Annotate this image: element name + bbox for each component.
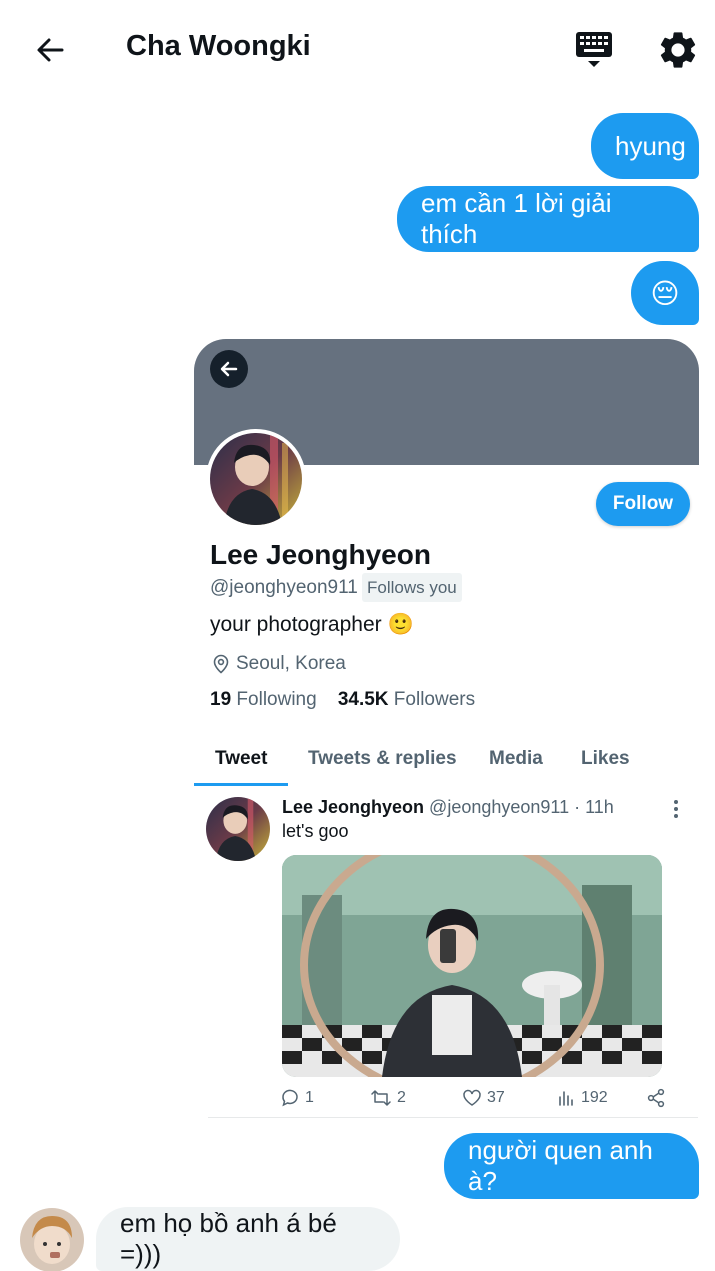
profile-location: Seoul, Korea	[212, 653, 346, 675]
gear-icon	[660, 32, 696, 68]
shared-profile-card[interactable]: Follow Lee Jeonghyeon @jeonghyeon911 Fol…	[194, 339, 699, 1121]
sent-message[interactable]: em cần 1 lời giải thích	[397, 186, 699, 252]
following-link[interactable]: 19 Following	[210, 689, 317, 710]
tweet-author: Lee Jeonghyeon @jeonghyeon911 · 11h	[282, 797, 614, 818]
more-dot	[674, 807, 678, 811]
message-text: em cần 1 lời giải thích	[421, 188, 612, 249]
follows-you-badge: Follows you	[362, 573, 462, 602]
tweet[interactable]: Lee Jeonghyeon @jeonghyeon911 · 11h let'…	[194, 791, 699, 1121]
message-text: hyung	[615, 130, 686, 161]
avatar-photo	[20, 1208, 84, 1271]
profile-name: Lee Jeonghyeon	[210, 539, 431, 570]
tweet-more-button[interactable]	[668, 797, 684, 821]
views-button[interactable]: 192	[556, 1085, 608, 1111]
followers-count: 34.5K	[337, 689, 389, 710]
heart-icon	[463, 1089, 481, 1106]
retweet-count: 2	[397, 1089, 406, 1106]
mirror-selfie-image	[282, 855, 662, 1077]
tweet-handle-time: @jeonghyeon911 · 11h	[429, 797, 614, 817]
sent-message[interactable]: 😔	[631, 261, 699, 325]
profile-avatar[interactable]	[206, 429, 306, 529]
bio-emoji: 🙂	[387, 613, 414, 636]
tweet-photo[interactable]	[282, 855, 662, 1077]
more-dot	[674, 814, 678, 818]
view-count: 192	[581, 1089, 608, 1106]
location-pin-icon	[213, 654, 229, 674]
follow-button[interactable]: Follow	[596, 482, 690, 526]
tweet-avatar[interactable]	[206, 797, 270, 861]
back-button[interactable]	[30, 28, 70, 72]
reply-button[interactable]: 1	[280, 1085, 314, 1111]
avatar-photo	[206, 797, 270, 861]
chat-header: Cha Woongki	[0, 0, 715, 100]
retweet-button[interactable]: 2	[370, 1085, 406, 1111]
analytics-icon	[559, 1091, 573, 1106]
avatar-photo	[210, 433, 302, 525]
followers-link[interactable]: 34.5K Followers	[338, 689, 475, 710]
sent-message[interactable]: người quen anh à?	[444, 1133, 699, 1199]
retweet-icon	[371, 1090, 391, 1106]
tweet-actions: 1 2 37 192	[280, 1085, 680, 1111]
conversation-title: Cha Woongki	[126, 30, 311, 62]
sender-avatar[interactable]	[20, 1208, 84, 1271]
like-count: 37	[487, 1089, 505, 1106]
keyboard-icon	[576, 32, 612, 67]
keyboard-button[interactable]	[572, 28, 616, 72]
share-button[interactable]	[646, 1085, 666, 1111]
message-text: em họ bồ anh á bé =)))	[120, 1208, 337, 1269]
tab-media[interactable]: Media	[489, 733, 543, 785]
like-button[interactable]: 37	[462, 1085, 505, 1111]
tab-likes[interactable]: Likes	[581, 733, 630, 785]
follow-counts: 19 Following 34.5K Followers	[210, 689, 475, 711]
tweet-author-name[interactable]: Lee Jeonghyeon	[282, 797, 424, 817]
active-tab-indicator	[194, 783, 288, 786]
profile-tabs: Tweet Tweets & replies Media Likes	[194, 733, 699, 789]
sent-message[interactable]: hyung	[591, 113, 699, 179]
reply-icon	[282, 1089, 298, 1107]
followers-label: Followers	[393, 689, 476, 710]
tab-tweets-replies[interactable]: Tweets & replies	[308, 733, 457, 785]
tweet-divider	[208, 1117, 698, 1118]
arrow-left-icon	[37, 38, 64, 62]
share-icon	[647, 1088, 665, 1108]
more-dot	[674, 800, 678, 804]
profile-bio: your photographer 🙂	[210, 613, 414, 637]
profile-handle: @jeonghyeon911	[210, 577, 358, 598]
reply-count: 1	[305, 1089, 314, 1106]
following-count: 19	[210, 689, 232, 710]
emoji-pensive: 😔	[650, 277, 680, 309]
settings-button[interactable]	[656, 28, 700, 72]
received-message[interactable]: em họ bồ anh á bé =)))	[96, 1207, 400, 1271]
card-back-button[interactable]	[210, 350, 248, 388]
tweet-text: let's goo	[282, 821, 349, 841]
arrow-left-icon	[220, 361, 238, 377]
location-text: Seoul, Korea	[236, 653, 346, 674]
message-text: người quen anh à?	[468, 1135, 653, 1196]
following-label: Following	[236, 689, 317, 710]
bio-text: your photographer	[210, 613, 382, 636]
tab-tweet[interactable]: Tweet	[215, 733, 267, 785]
